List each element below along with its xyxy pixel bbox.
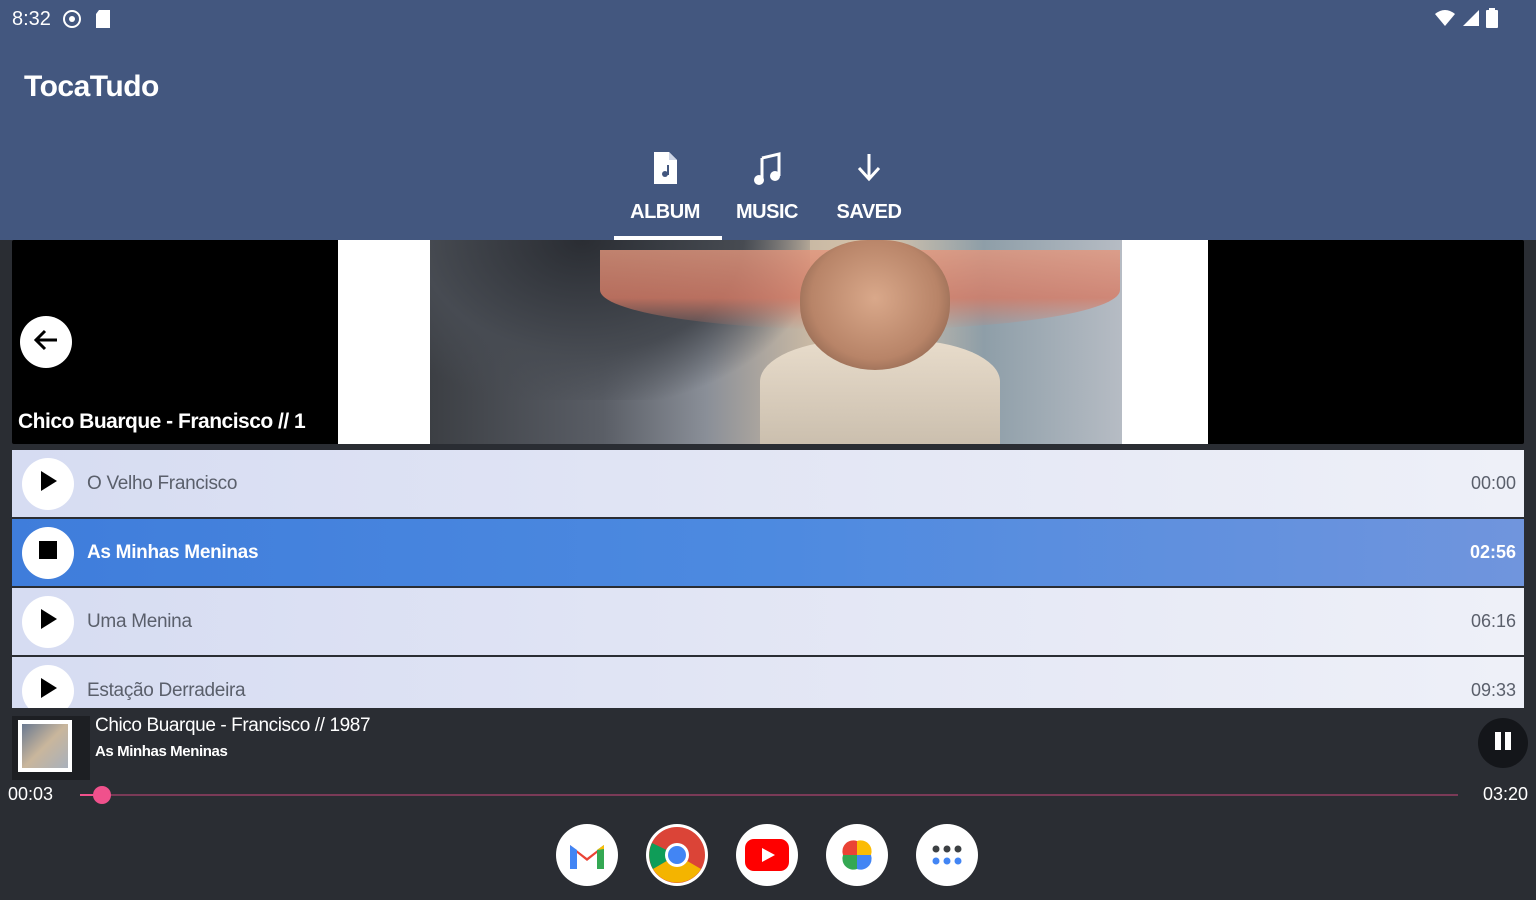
app-bar: TocaTudo ALBUM MUSIC SAVED [0, 38, 1536, 240]
play-icon [38, 470, 58, 497]
track-row[interactable]: Uma Menina 06:16 [12, 588, 1524, 655]
tab-label: ALBUM [630, 201, 700, 223]
track-duration: 09:33 [1470, 680, 1516, 700]
current-time: 00:03 [8, 784, 54, 804]
tab-bar: ALBUM MUSIC SAVED [614, 146, 920, 240]
tab-album[interactable]: ALBUM [614, 146, 722, 240]
pause-icon [1492, 730, 1514, 757]
battery-icon [1486, 8, 1498, 33]
youtube-icon[interactable] [736, 824, 798, 886]
seek-bar[interactable] [80, 786, 1458, 804]
app-drawer-icon[interactable] [916, 824, 978, 886]
track-row-playing[interactable]: As Minhas Meninas 02:56 [12, 519, 1524, 586]
track-name: Estação Derradeira [87, 679, 246, 701]
track-duration: 06:16 [1470, 611, 1516, 631]
player-thumbnail[interactable] [12, 716, 90, 780]
sd-card-icon [94, 9, 112, 34]
play-icon [38, 608, 58, 635]
play-button[interactable] [22, 457, 74, 510]
signal-icon [1462, 9, 1480, 32]
pause-button[interactable] [1478, 718, 1528, 768]
stop-icon [39, 541, 57, 564]
music-note-icon [752, 150, 782, 191]
play-button[interactable] [22, 664, 74, 708]
track-row[interactable]: O Velho Francisco 00:00 [12, 450, 1524, 517]
play-button[interactable] [22, 595, 74, 648]
seek-thumb[interactable] [93, 786, 112, 804]
tab-label: SAVED [836, 201, 902, 223]
track-duration: 00:00 [1470, 473, 1516, 493]
track-list[interactable]: O Velho Francisco 00:00 As Minhas Menina… [12, 450, 1524, 708]
settings-icon [62, 9, 82, 34]
album-cover-image [430, 240, 1122, 444]
status-bar: 8:32 [0, 0, 1536, 38]
track-name: As Minhas Meninas [87, 541, 259, 563]
track-duration: 02:56 [1469, 542, 1516, 562]
player-title: Chico Buarque - Francisco // 1987 [95, 715, 371, 736]
track-name: O Velho Francisco [87, 472, 238, 494]
tab-saved[interactable]: SAVED [818, 146, 920, 240]
google-photos-icon[interactable] [826, 824, 888, 886]
tab-label: MUSIC [736, 201, 798, 223]
track-row[interactable]: Estação Derradeira 09:33 [12, 657, 1524, 708]
chrome-icon[interactable] [646, 824, 708, 886]
back-button[interactable] [20, 316, 72, 368]
mini-player: Chico Buarque - Francisco // 1987 As Min… [0, 712, 1536, 808]
document-icon [650, 150, 680, 191]
total-time: 03:20 [1482, 784, 1528, 804]
app-title: TocaTudo [24, 70, 159, 103]
play-icon [38, 677, 58, 704]
arrow-left-icon [31, 325, 61, 360]
wifi-icon [1434, 9, 1456, 32]
tab-music[interactable]: MUSIC [716, 146, 818, 240]
track-name: Uma Menina [87, 610, 192, 632]
app-dock [0, 808, 1536, 900]
album-title: Chico Buarque - Francisco // 1 [18, 410, 306, 433]
player-subtitle: As Minhas Meninas [95, 743, 228, 760]
download-arrow-icon [854, 150, 884, 191]
status-time: 8:32 [12, 8, 51, 30]
stop-button[interactable] [22, 526, 74, 579]
album-banner: Chico Buarque - Francisco // 1 [12, 240, 1524, 444]
gmail-icon[interactable] [556, 824, 618, 886]
